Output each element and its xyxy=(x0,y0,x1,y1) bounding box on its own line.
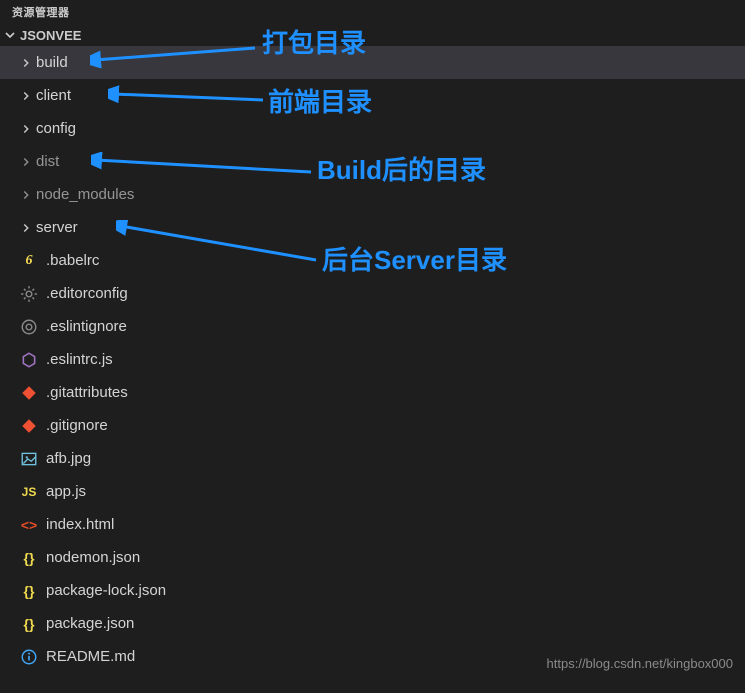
watermark: https://blog.csdn.net/kingbox000 xyxy=(547,656,733,671)
file-label: package.json xyxy=(46,615,134,632)
file-item[interactable]: <> index.html xyxy=(0,508,745,541)
folder-item[interactable]: client xyxy=(0,79,745,112)
folder-item[interactable]: server xyxy=(0,211,745,244)
file-label: package-lock.json xyxy=(46,582,166,599)
file-item[interactable]: {} package-lock.json xyxy=(0,574,745,607)
folder-label: config xyxy=(36,120,76,137)
file-label: .editorconfig xyxy=(46,285,128,302)
babel-icon: 6 xyxy=(18,250,40,272)
info-icon xyxy=(18,646,40,668)
file-label: afb.jpg xyxy=(46,450,91,467)
file-item[interactable]: {} package.json xyxy=(0,607,745,640)
js-icon: JS xyxy=(18,481,40,503)
file-item[interactable]: .gitattributes xyxy=(0,376,745,409)
folder-item[interactable]: build xyxy=(0,46,745,79)
file-label: app.js xyxy=(46,483,86,500)
chevron-right-icon xyxy=(18,55,34,71)
file-label: .eslintrc.js xyxy=(46,351,113,368)
file-label: .gitignore xyxy=(46,417,108,434)
folder-label: server xyxy=(36,219,78,236)
target-icon xyxy=(18,316,40,338)
chevron-right-icon xyxy=(18,88,34,104)
chevron-right-icon xyxy=(18,220,34,236)
chevron-right-icon xyxy=(18,187,34,203)
file-item[interactable]: .gitignore xyxy=(0,409,745,442)
explorer-title: 资源管理器 xyxy=(0,0,745,24)
chevron-right-icon xyxy=(18,154,34,170)
json-icon: {} xyxy=(18,613,40,635)
project-name: JSONVEE xyxy=(20,28,81,43)
html-icon: <> xyxy=(18,514,40,536)
file-item[interactable]: 6 .babelrc xyxy=(0,244,745,277)
folder-item[interactable]: config xyxy=(0,112,745,145)
project-header[interactable]: JSONVEE xyxy=(0,24,745,46)
file-label: .eslintignore xyxy=(46,318,127,335)
file-item[interactable]: afb.jpg xyxy=(0,442,745,475)
folder-label: node_modules xyxy=(36,186,134,203)
json-icon: {} xyxy=(18,547,40,569)
chevron-down-icon xyxy=(2,27,18,43)
folder-item[interactable]: dist xyxy=(0,145,745,178)
file-label: nodemon.json xyxy=(46,549,140,566)
folder-label: build xyxy=(36,54,68,71)
folder-label: client xyxy=(36,87,71,104)
eslint-icon xyxy=(18,349,40,371)
file-label: .gitattributes xyxy=(46,384,128,401)
file-label: .babelrc xyxy=(46,252,99,269)
file-label: index.html xyxy=(46,516,114,533)
git-icon xyxy=(18,382,40,404)
chevron-right-icon xyxy=(18,121,34,137)
gear-icon xyxy=(18,283,40,305)
file-item[interactable]: .editorconfig xyxy=(0,277,745,310)
file-item[interactable]: {} nodemon.json xyxy=(0,541,745,574)
git-icon xyxy=(18,415,40,437)
file-item[interactable]: .eslintrc.js xyxy=(0,343,745,376)
image-icon xyxy=(18,448,40,470)
file-item[interactable]: .eslintignore xyxy=(0,310,745,343)
folder-label: dist xyxy=(36,153,59,170)
file-item[interactable]: JS app.js xyxy=(0,475,745,508)
file-tree: build client config dist node_modulesserver 6… xyxy=(0,46,745,673)
folder-item[interactable]: node_modules xyxy=(0,178,745,211)
json-icon: {} xyxy=(18,580,40,602)
file-label: README.md xyxy=(46,648,135,665)
